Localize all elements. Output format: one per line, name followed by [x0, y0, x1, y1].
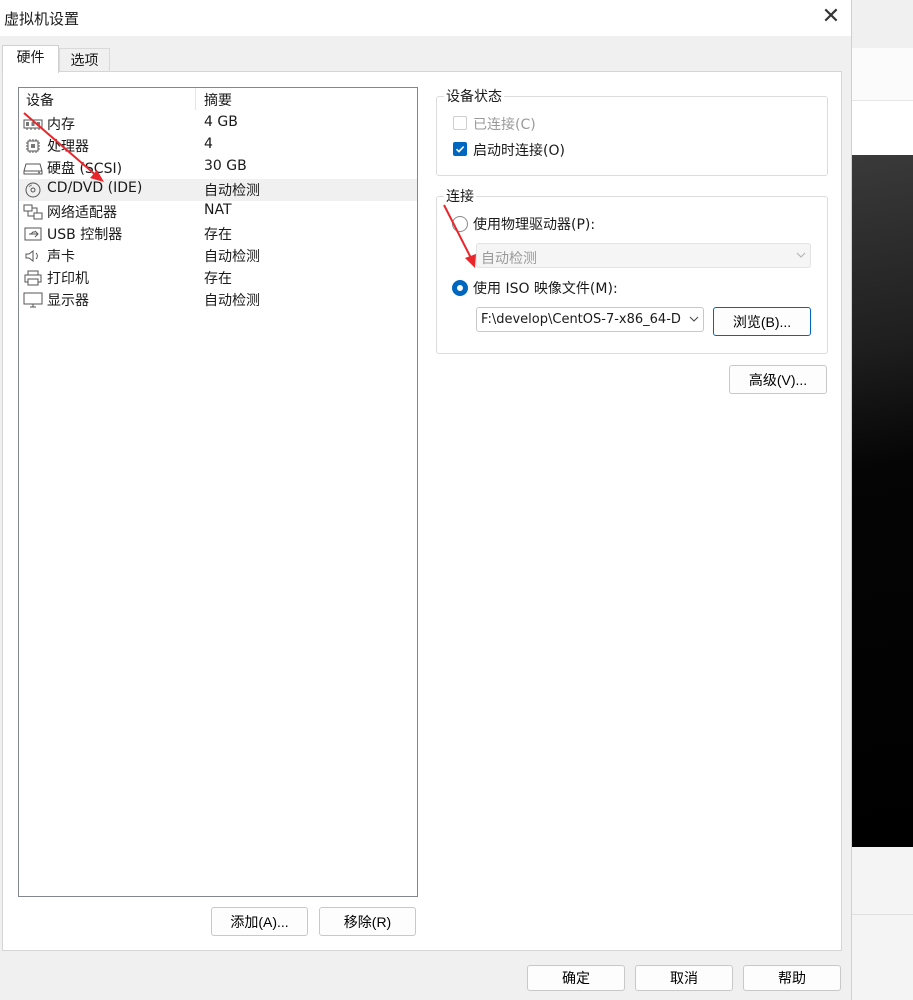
device-row-printer[interactable]: 打印机 存在: [19, 267, 417, 289]
close-icon[interactable]: ✕: [816, 2, 846, 32]
device-status-group: [436, 96, 828, 176]
connection-label: 连接: [444, 186, 476, 206]
device-name: CD/DVD (IDE): [47, 180, 143, 196]
device-status-label: 设备状态: [444, 86, 504, 106]
background-window-strip: [852, 48, 913, 101]
device-summary: 30 GB: [204, 158, 247, 174]
physical-drive-select[interactable]: 自动检测: [476, 243, 811, 268]
device-summary: 4 GB: [204, 114, 238, 130]
connect-at-power-on-checkbox[interactable]: [453, 142, 467, 156]
divider: [852, 914, 913, 915]
tab-options[interactable]: 选项: [59, 48, 110, 73]
device-name: 处理器: [47, 139, 89, 155]
device-name: USB 控制器: [47, 227, 123, 243]
device-row-hard-disk[interactable]: 硬盘 (SCSI) 30 GB: [19, 157, 417, 179]
device-summary: 存在: [204, 271, 232, 287]
device-name: 硬盘 (SCSI): [47, 161, 123, 177]
cancel-button[interactable]: 取消: [635, 965, 733, 991]
device-list[interactable]: 设备 摘要 内存 4 GB 处理器 4 硬盘 (SCSI) 30 GB CD/D…: [18, 87, 418, 897]
device-row-processor[interactable]: 处理器 4: [19, 135, 417, 157]
hard-disk-icon: [23, 163, 43, 175]
device-name: 显示器: [47, 293, 89, 309]
iso-image-radio[interactable]: [452, 280, 468, 296]
background-window-strip: [852, 847, 913, 1000]
network-adapter-icon: [23, 204, 43, 220]
column-separator[interactable]: [195, 88, 196, 110]
device-name: 内存: [47, 117, 75, 133]
column-header-summary[interactable]: 摘要: [204, 90, 232, 110]
remove-device-button[interactable]: 移除(R): [319, 907, 416, 936]
background-vm-screen: [852, 155, 913, 847]
cd-dvd-icon: [25, 182, 41, 198]
ok-button[interactable]: 确定: [527, 965, 625, 991]
column-header-device[interactable]: 设备: [26, 90, 54, 110]
device-summary: 自动检测: [204, 249, 260, 265]
physical-drive-radio[interactable]: [452, 216, 468, 232]
device-name: 打印机: [47, 271, 89, 287]
iso-path-value[interactable]: F:\develop\CentOS-7-x86_64-D: [481, 312, 681, 327]
device-row-display[interactable]: 显示器 自动检测: [19, 289, 417, 311]
add-device-button[interactable]: 添加(A)...: [211, 907, 308, 936]
title-bar: 虚拟机设置 ✕: [0, 0, 851, 36]
window-title: 虚拟机设置: [4, 10, 80, 28]
physical-drive-value: 自动检测: [481, 251, 537, 267]
tab-hardware[interactable]: 硬件: [2, 45, 59, 73]
physical-drive-label: 使用物理驱动器(P):: [473, 217, 596, 233]
printer-icon: [24, 270, 42, 286]
chevron-down-icon[interactable]: [689, 315, 699, 323]
browse-button[interactable]: 浏览(B)...: [713, 307, 811, 336]
help-button[interactable]: 帮助: [743, 965, 841, 991]
processor-icon: [26, 139, 40, 153]
device-row-sound-card[interactable]: 声卡 自动检测: [19, 245, 417, 267]
device-summary: NAT: [204, 202, 232, 218]
device-summary: 4: [204, 136, 213, 152]
display-icon: [23, 292, 43, 308]
device-summary: 自动检测: [204, 183, 260, 199]
iso-path-combobox[interactable]: F:\develop\CentOS-7-x86_64-D: [476, 307, 704, 332]
chevron-down-icon: [796, 252, 806, 258]
device-row-usb-controller[interactable]: USB 控制器 存在: [19, 223, 417, 245]
iso-image-label: 使用 ISO 映像文件(M):: [473, 281, 618, 297]
connected-label: 已连接(C): [473, 117, 536, 133]
device-name: 声卡: [47, 249, 75, 265]
device-summary: 自动检测: [204, 293, 260, 309]
memory-icon: [23, 119, 43, 130]
device-row-network-adapter[interactable]: 网络适配器 NAT: [19, 201, 417, 223]
device-summary: 存在: [204, 227, 232, 243]
advanced-button[interactable]: 高级(V)...: [729, 365, 827, 394]
device-row-memory[interactable]: 内存 4 GB: [19, 113, 417, 135]
device-row-cd-dvd[interactable]: CD/DVD (IDE) 自动检测: [19, 179, 417, 201]
vm-settings-dialog: 虚拟机设置 ✕ 硬件 选项 设备 摘要 内存 4 GB 处理器 4 硬盘 (SC…: [0, 0, 852, 1000]
usb-controller-icon: [24, 227, 42, 241]
device-name: 网络适配器: [47, 205, 117, 221]
device-list-header: 设备 摘要: [19, 88, 417, 110]
checkmark-icon: [455, 146, 465, 153]
sound-card-icon: [25, 250, 38, 262]
background-window-strip: [852, 0, 913, 48]
connected-checkbox[interactable]: [453, 116, 467, 130]
connect-at-power-on-label: 启动时连接(O): [473, 143, 565, 159]
